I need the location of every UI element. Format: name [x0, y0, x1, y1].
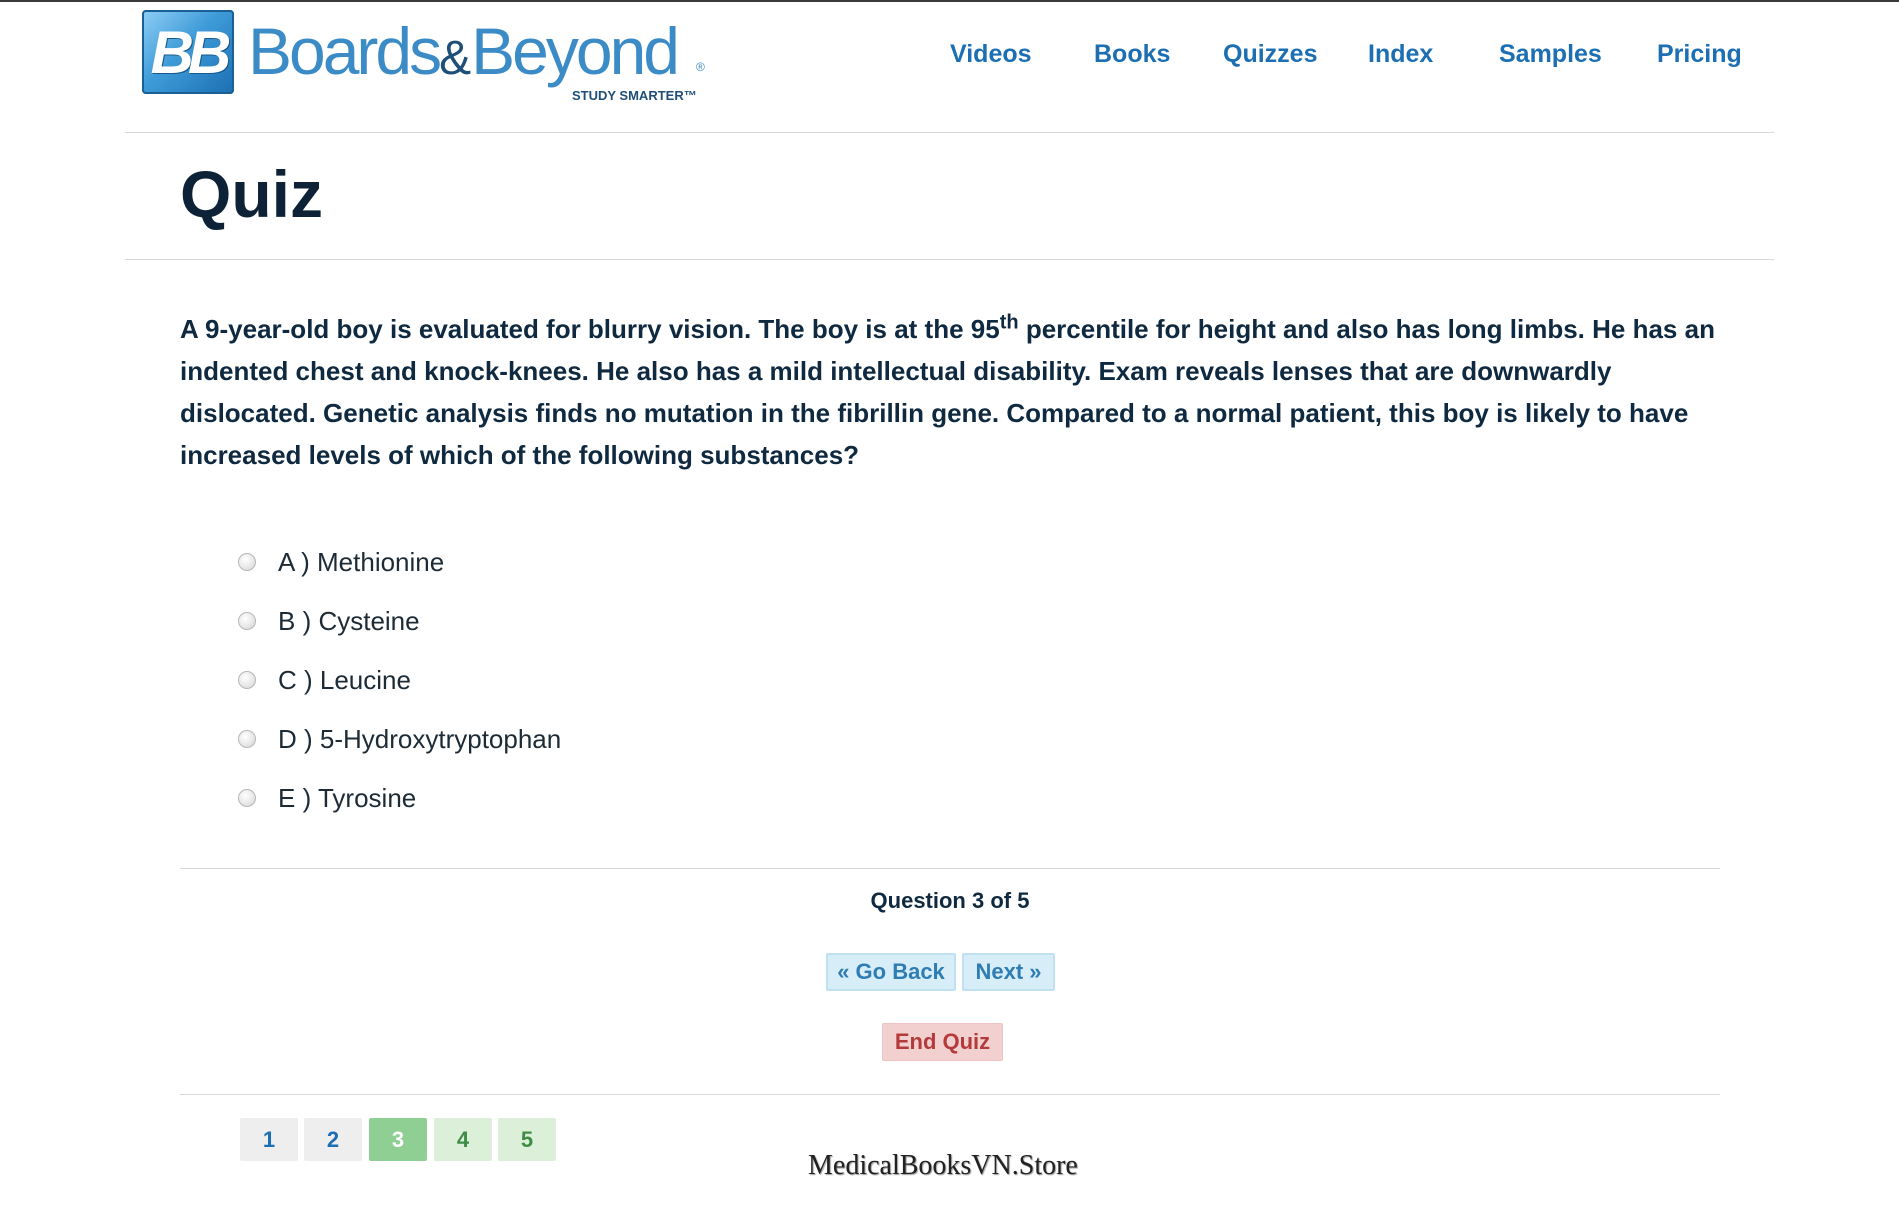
brand-name-part2: Beyond: [471, 14, 680, 88]
logo-mark: BB: [142, 10, 234, 94]
brand-name-part1: Boards: [248, 14, 442, 88]
page-button-3[interactable]: 3: [369, 1118, 427, 1161]
page-title: Quiz: [180, 157, 323, 231]
nav-index[interactable]: Index: [1368, 40, 1433, 69]
option-label: C ) Leucine: [278, 664, 411, 695]
title-divider: [125, 259, 1774, 260]
top-border: [0, 0, 1899, 2]
radio-icon[interactable]: [238, 730, 256, 748]
option-label: B ) Cysteine: [278, 605, 420, 636]
page-button-5[interactable]: 5: [498, 1118, 556, 1161]
option-c[interactable]: C ) Leucine: [238, 660, 838, 700]
radio-icon[interactable]: [238, 553, 256, 571]
page-button-2[interactable]: 2: [304, 1118, 362, 1161]
question-superscript: th: [999, 311, 1019, 334]
option-label: A ) Methionine: [278, 546, 445, 577]
go-back-button[interactable]: « Go Back: [826, 953, 956, 991]
question-text-part1: A 9-year-old boy is evaluated for blurry…: [180, 314, 1000, 344]
watermark-text: MedicalBooksVN.Store: [808, 1150, 1078, 1181]
question-progress: Question 3 of 5: [870, 888, 1030, 913]
brand-logo[interactable]: BB Boards&Beyond ® STUDY SMARTER™: [142, 10, 712, 103]
end-quiz-button[interactable]: End Quiz: [882, 1023, 1003, 1061]
nav-videos[interactable]: Videos: [950, 40, 1032, 69]
brand-name: Boards&Beyond: [248, 18, 680, 92]
controls-divider: [180, 1094, 1720, 1095]
radio-icon[interactable]: [238, 612, 256, 630]
page-button-4[interactable]: 4: [434, 1118, 492, 1161]
nav-quizzes[interactable]: Quizzes: [1223, 40, 1317, 69]
option-label: E ) Tyrosine: [278, 782, 417, 813]
option-d[interactable]: D ) 5-Hydroxytryptophan: [238, 719, 838, 759]
next-button[interactable]: Next »: [962, 953, 1055, 991]
nav-samples[interactable]: Samples: [1499, 40, 1602, 69]
options-divider: [180, 868, 1720, 869]
header-divider: [125, 132, 1774, 133]
nav-books[interactable]: Books: [1094, 40, 1170, 69]
radio-icon[interactable]: [238, 789, 256, 807]
option-label: D ) 5-Hydroxytryptophan: [278, 723, 562, 754]
main-nav: Videos Books Quizzes Index Samples Prici…: [950, 40, 1750, 80]
nav-pricing[interactable]: Pricing: [1657, 40, 1742, 69]
registered-mark: ®: [696, 60, 705, 74]
option-e[interactable]: E ) Tyrosine: [238, 778, 838, 818]
question-text: A 9-year-old boy is evaluated for blurry…: [180, 308, 1740, 476]
option-a[interactable]: A ) Methionine: [238, 542, 838, 582]
radio-icon[interactable]: [238, 671, 256, 689]
page-button-1[interactable]: 1: [240, 1118, 298, 1161]
option-b[interactable]: B ) Cysteine: [238, 601, 838, 641]
brand-name-amp: &: [439, 32, 472, 85]
brand-tagline: STUDY SMARTER™: [572, 88, 697, 103]
